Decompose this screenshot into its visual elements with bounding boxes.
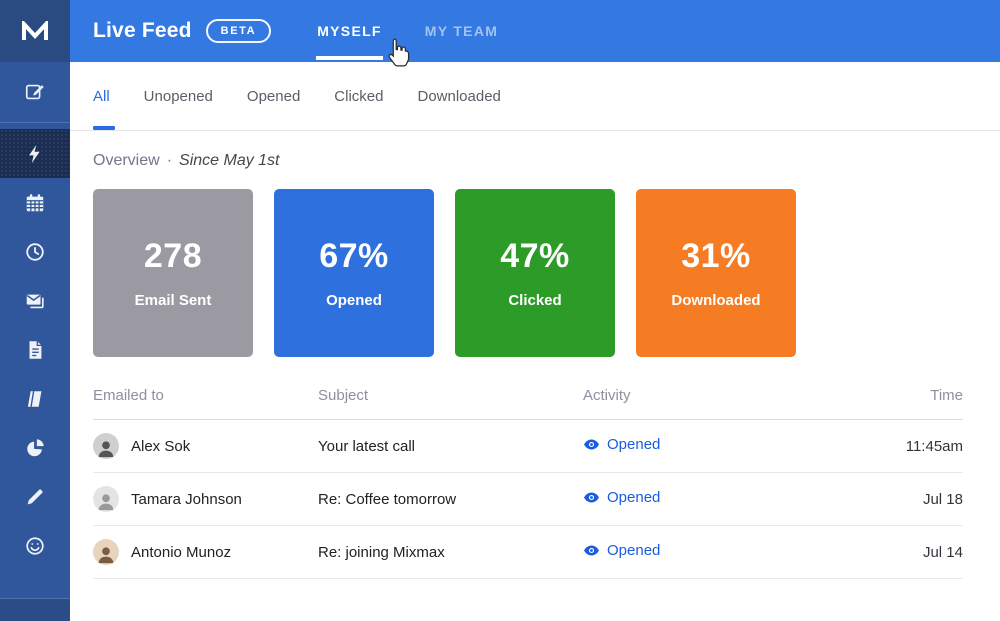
overview-separator: · — [166, 152, 173, 169]
stat-cards: 278 Email Sent 67% Opened 47% Clicked 31… — [93, 189, 963, 357]
filter-tab-opened[interactable]: Opened — [247, 62, 300, 130]
tab-myself[interactable]: MYSELF — [316, 0, 383, 62]
stat-value: 278 — [143, 237, 203, 275]
stat-card-downloaded[interactable]: 31% Downloaded — [636, 189, 796, 357]
activity-label: Opened — [607, 435, 661, 453]
email-subject: Re: Coffee tomorrow — [318, 490, 457, 508]
table-row[interactable]: Tamara Johnson Re: Coffee tomorrow Opene… — [93, 473, 963, 526]
content-area: Overview · Since May 1st 278 Email Sent … — [70, 131, 1000, 621]
activity-time: 11:45am — [905, 437, 963, 455]
eye-icon — [584, 492, 599, 502]
avatar — [93, 539, 119, 565]
sidebar — [0, 0, 70, 621]
sidebar-item-recent[interactable] — [0, 227, 70, 276]
stat-value: 31% — [681, 237, 751, 275]
filter-tab-downloaded[interactable]: Downloaded — [417, 62, 500, 130]
filter-tab-unopened[interactable]: Unopened — [144, 62, 213, 130]
overview-subtitle: Since May 1st — [179, 152, 280, 169]
sidebar-item-sequences[interactable] — [0, 276, 70, 325]
sidebar-item-live-feed[interactable] — [0, 129, 70, 178]
sidebar-bottom-block — [0, 599, 70, 621]
sidebar-item-feedback[interactable] — [0, 521, 70, 570]
beta-badge: BETA — [205, 19, 272, 43]
overview-title: Overview — [93, 152, 160, 169]
stat-value: 67% — [319, 237, 389, 275]
calendar-icon — [26, 193, 44, 211]
column-header-subject: Subject — [318, 387, 369, 404]
email-subject: Re: joining Mixmax — [318, 543, 445, 561]
activity-link[interactable]: Opened — [583, 542, 660, 559]
sidebar-item-compose[interactable] — [0, 62, 70, 122]
pie-chart-icon — [27, 438, 44, 456]
compose-icon — [25, 84, 44, 100]
clock-icon — [26, 242, 44, 261]
stat-card-opened[interactable]: 67% Opened — [274, 189, 434, 357]
activity-time: Jul 14 — [922, 543, 963, 561]
sidebar-item-calendar[interactable] — [0, 178, 70, 227]
tab-my-team[interactable]: MY TEAM — [425, 0, 498, 62]
sidebar-item-reports[interactable] — [0, 423, 70, 472]
stat-value: 47% — [500, 237, 570, 275]
pencil-icon — [27, 488, 43, 504]
sidebar-divider — [0, 122, 70, 123]
stat-label: Downloaded — [671, 292, 761, 309]
stat-card-clicked[interactable]: 47% Clicked — [455, 189, 615, 357]
activity-time: Jul 18 — [922, 490, 963, 508]
person-silhouette-icon — [98, 547, 114, 564]
mail-stack-icon — [26, 294, 44, 308]
avatar — [93, 486, 119, 512]
main-area: Live Feed BETA MYSELF MY TEAM All Unopen… — [70, 0, 1000, 621]
stat-label: Clicked — [508, 292, 562, 309]
person-silhouette-icon — [98, 494, 114, 511]
activity-label: Opened — [607, 488, 661, 506]
activity-table: Emailed to Subject Activity Time Alex So… — [93, 381, 963, 579]
avatar — [93, 433, 119, 459]
smiley-icon — [26, 536, 44, 555]
person-silhouette-icon — [98, 441, 114, 458]
sidebar-item-templates[interactable] — [0, 325, 70, 374]
stat-label: Email Sent — [134, 292, 212, 309]
table-header: Emailed to Subject Activity Time — [93, 381, 963, 420]
stat-label: Opened — [326, 292, 382, 309]
column-header-activity: Activity — [583, 387, 631, 404]
recipient-name: Alex Sok — [131, 437, 191, 455]
activity-label: Opened — [607, 541, 661, 559]
column-header-time: Time — [930, 387, 963, 404]
book-icon — [27, 390, 42, 407]
document-icon — [29, 340, 42, 359]
stat-card-email-sent[interactable]: 278 Email Sent — [93, 189, 253, 357]
column-header-emailed-to: Emailed to — [93, 387, 164, 404]
sidebar-item-edit[interactable] — [0, 472, 70, 521]
overview-header: Overview · Since May 1st — [93, 152, 963, 170]
table-row[interactable]: Alex Sok Your latest call Opened 11:45am — [93, 420, 963, 473]
activity-link[interactable]: Opened — [583, 436, 660, 453]
eye-icon — [584, 439, 599, 449]
hand-pointer-icon — [388, 38, 410, 67]
mixmax-logo — [22, 21, 48, 40]
top-header: Live Feed BETA MYSELF MY TEAM — [70, 0, 1000, 62]
activity-link[interactable]: Opened — [583, 489, 660, 506]
filter-tab-clicked[interactable]: Clicked — [334, 62, 383, 130]
recipient-name: Antonio Munoz — [131, 543, 232, 561]
email-subject: Your latest call — [318, 437, 416, 455]
sidebar-item-notes[interactable] — [0, 374, 70, 423]
filter-bar: All Unopened Opened Clicked Downloaded — [70, 62, 1000, 131]
page-title: Live Feed — [93, 19, 192, 42]
table-row[interactable]: Antonio Munoz Re: joining Mixmax Opened — [93, 526, 963, 579]
recipient-name: Tamara Johnson — [131, 490, 242, 508]
app-window: Live Feed BETA MYSELF MY TEAM All Unopen… — [0, 0, 1000, 621]
sidebar-logo-button[interactable] — [0, 0, 70, 62]
lightning-icon — [29, 144, 40, 163]
filter-tab-all[interactable]: All — [93, 62, 115, 130]
eye-icon — [584, 545, 599, 555]
